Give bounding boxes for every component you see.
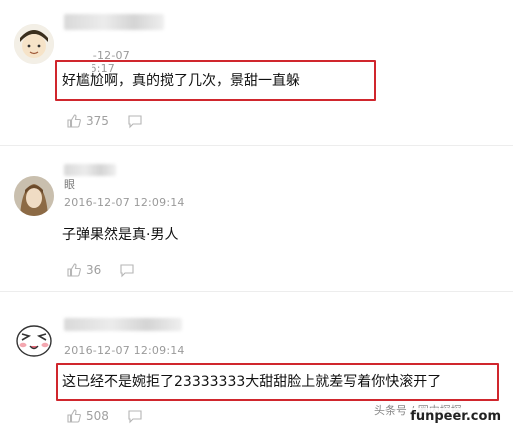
reply-icon[interactable] (127, 113, 143, 129)
comment-text: 子弹果然是真·男人 (62, 227, 179, 243)
comment-text: 这已经不是婉拒了23333333大甜甜脸上就差写着你快滚开了 (62, 374, 442, 390)
comment-1: 2016-12-07 12:06:17 好尴尬啊，真的搅了几次，景甜一直躲 37… (0, 0, 513, 140)
username-redacted[interactable] (64, 14, 164, 30)
comment-text: 好尴尬啊，真的搅了几次，景甜一直躲 (62, 73, 300, 89)
comment-timestamp: 2016-12-07 12:09:14 (64, 196, 185, 209)
like-count: 36 (86, 263, 102, 277)
comment-actions: 375 (66, 113, 143, 129)
comment-timestamp: 2016-12-07 12:09:14 (64, 344, 185, 357)
username-redacted[interactable] (64, 164, 116, 176)
like-count: 375 (86, 114, 109, 128)
thumbs-up-icon[interactable] (66, 408, 82, 424)
comment-2: 眼 2016-12-07 12:09:14 子弹果然是真·男人 36 (0, 146, 513, 286)
username-redacted[interactable] (64, 318, 182, 331)
username-fragment: 眼 (64, 178, 76, 191)
thumbs-up-icon[interactable] (66, 262, 82, 278)
avatar[interactable] (14, 24, 54, 64)
avatar-cartoon-face-icon (16, 325, 52, 357)
comment-actions: 508 (66, 408, 143, 424)
thumbs-up-icon[interactable] (66, 113, 82, 129)
watermark: funpeer.com (406, 408, 505, 425)
avatar[interactable] (14, 320, 54, 360)
like-count: 508 (86, 409, 109, 423)
reply-icon[interactable] (119, 262, 135, 278)
reply-icon[interactable] (127, 408, 143, 424)
avatar[interactable] (14, 176, 54, 216)
avatar-photo-icon (14, 176, 54, 216)
comment-actions: 36 (66, 262, 135, 278)
avatar-illustration-icon (14, 24, 54, 64)
